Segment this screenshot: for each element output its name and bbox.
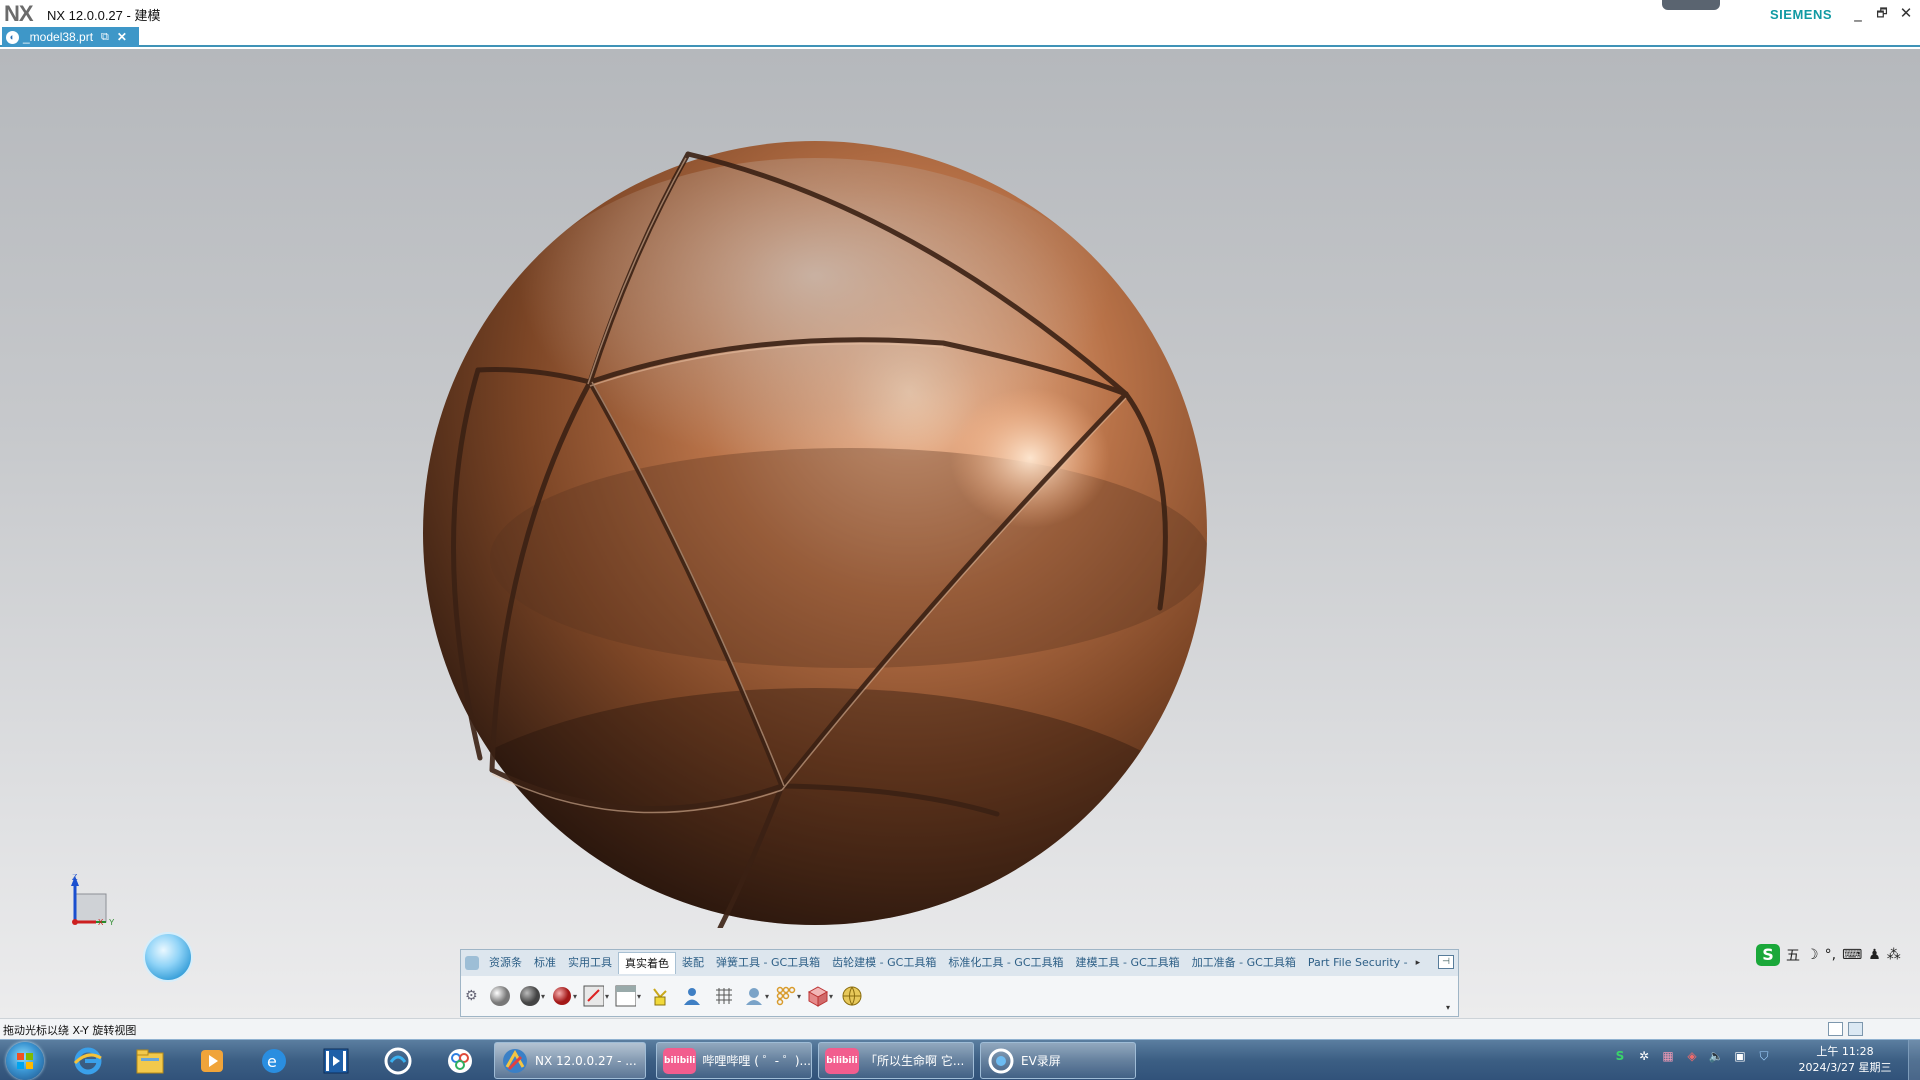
material-sphere-icon[interactable]: ▾ [519, 983, 545, 1009]
status-bar: 拖动光标以绕 X-Y 旋转视图 [0, 1018, 1920, 1039]
settings-tray-icon[interactable]: ✲ [1636, 1048, 1652, 1064]
light-icon[interactable] [647, 983, 673, 1009]
floor-icon[interactable]: ▾ [615, 983, 641, 1009]
keyboard-icon[interactable]: ⌨ [1842, 947, 1862, 963]
tab-utilities[interactable]: 实用工具 [562, 952, 618, 974]
graphics-viewport[interactable]: Z Y X [0, 49, 1920, 1018]
edge-browser-icon[interactable] [372, 1042, 424, 1079]
y-axis-label: Y [109, 918, 115, 927]
show-desktop-button[interactable] [1908, 1040, 1920, 1080]
restore-button[interactable]: 🗗 [1872, 3, 1892, 23]
tab-standardization[interactable]: 标准化工具 - GC工具箱 [942, 952, 1069, 974]
shield-icon[interactable]: ⛉ [1756, 1048, 1772, 1064]
punctuation-toggle[interactable]: °, [1825, 947, 1836, 963]
ime-menu-icon[interactable]: ⁂ [1887, 947, 1901, 963]
tab-spring-tools[interactable]: 弹簧工具 - GC工具箱 [710, 952, 826, 974]
internet-explorer-icon[interactable] [62, 1042, 114, 1079]
coordinate-triad: Z Y X [71, 874, 115, 927]
tab-true-shading[interactable]: 真实着色 [618, 952, 676, 974]
status-text: 拖动光标以绕 X-Y 旋转视图 [3, 1024, 137, 1037]
user-icon[interactable]: ♟ [1868, 947, 1881, 963]
ime-toolbar: S 五 ☽ °, ⌨ ♟ ⁂ [1752, 941, 1920, 969]
sogou-tray-icon[interactable]: S [1612, 1048, 1628, 1064]
file-explorer-icon[interactable] [124, 1042, 176, 1079]
document-tab[interactable]: ◐ _model38.prt ⧉ ✕ [2, 27, 139, 47]
taskbar-bilibili-1[interactable]: bilibili 哔哩哔哩 ( ゜- ゜)... [656, 1042, 812, 1079]
cube-icon[interactable]: ▾ [807, 983, 833, 1009]
minimize-button[interactable]: _ [1848, 3, 1868, 23]
system-tray: S ✲ ▦ ◈ 🔈 ▣ ⛉ [1612, 1048, 1772, 1064]
taskbar-ev-recorder-label: EV录屏 [1021, 1054, 1061, 1068]
z-axis-label: Z [72, 874, 78, 882]
globe-icon[interactable] [839, 983, 865, 1009]
x-axis-label: X [98, 918, 104, 927]
taskbar-bilibili-2-label: 「所以生命啊 它... [865, 1054, 965, 1068]
clock-date: 2024/3/27 星期三 [1798, 1061, 1892, 1074]
tab-modeling-tools[interactable]: 建模工具 - GC工具箱 [1070, 952, 1186, 974]
ribbon-menu-icon[interactable] [465, 956, 479, 970]
background-icon[interactable]: ▾ [583, 983, 609, 1009]
part-file-icon: ◐ [6, 30, 19, 44]
video-editor-icon[interactable] [310, 1042, 362, 1079]
grid-icon[interactable] [711, 983, 737, 1009]
close-button[interactable]: ✕ [1896, 3, 1916, 23]
bilibili-icon: bilibili [825, 1047, 859, 1074]
settings-gear-icon[interactable]: ⚙ [465, 988, 481, 1004]
siemens-brand: SIEMENS [1770, 7, 1833, 22]
status-window-icon[interactable] [1848, 1022, 1863, 1036]
taskbar-nx-label: NX 12.0.0.27 - ... [535, 1053, 637, 1068]
document-tab-strip: ◐ _model38.prt ⧉ ✕ [0, 27, 1920, 47]
array-icon[interactable]: ▾ [775, 983, 801, 1009]
tab-part-file-security[interactable]: Part File Security - [1302, 952, 1414, 974]
tab-resource-bar[interactable]: 资源条 [483, 952, 528, 974]
moon-icon[interactable]: ☽ [1806, 947, 1819, 963]
taskbar: e NX 12.0.0.27 - ... bilibili 哔哩哔哩 ( ゜- … [0, 1039, 1920, 1080]
taskbar-ev-recorder[interactable]: EV录屏 [980, 1042, 1136, 1079]
ribbon-options-icon[interactable]: ⊣ [1438, 955, 1454, 969]
taskbar-nx[interactable]: NX 12.0.0.27 - ... [494, 1042, 646, 1079]
clock[interactable]: 上午 11:28 2024/3/27 星期三 [1790, 1044, 1900, 1076]
volume-icon[interactable]: 🔈 [1708, 1048, 1724, 1064]
person-icon[interactable] [679, 983, 705, 1009]
taskbar-bilibili-2[interactable]: bilibili 「所以生命啊 它... [818, 1042, 974, 1079]
document-tab-label: _model38.prt [23, 30, 94, 44]
ime-mode-toggle[interactable]: 五 [1786, 945, 1800, 965]
ribbon-tools: ⚙ ▾ ▾ ▾ ▾ ▾ ▾ ▾ ▾ [461, 976, 1458, 1016]
media-player-icon[interactable] [186, 1042, 238, 1079]
camera-icon[interactable]: ▾ [743, 983, 769, 1009]
ev-recorder-icon [988, 1048, 1014, 1073]
ribbon-toolbar: 资源条 标准 实用工具 真实着色 装配 弹簧工具 - GC工具箱 齿轮建模 - … [460, 949, 1459, 1017]
tab-assembly[interactable]: 装配 [676, 952, 710, 974]
browser-e-icon[interactable]: e [248, 1042, 300, 1079]
more-tabs-icon[interactable]: ▸ [1416, 958, 1421, 968]
quick-access-handle[interactable] [1662, 0, 1720, 10]
start-button[interactable] [6, 1042, 44, 1080]
clock-time: 上午 11:28 [1816, 1045, 1874, 1058]
red-sphere-icon[interactable]: ▾ [551, 983, 577, 1009]
baidu-netdisk-icon[interactable] [434, 1042, 486, 1079]
close-tab-icon[interactable]: ✕ [117, 30, 127, 44]
shaded-sphere-icon[interactable] [487, 983, 513, 1009]
tab-standard[interactable]: 标准 [528, 952, 562, 974]
windows-logo-icon [17, 1053, 33, 1069]
bilibili-icon: bilibili [663, 1047, 697, 1074]
copper-sphere[interactable] [420, 138, 1210, 928]
sogou-ime-icon[interactable]: S [1756, 944, 1780, 966]
tab-machining-prep[interactable]: 加工准备 - GC工具箱 [1186, 952, 1302, 974]
nx-app-icon [503, 1048, 527, 1073]
security-tray-icon[interactable]: ◈ [1684, 1048, 1700, 1064]
ribbon-expand-icon[interactable]: ▾ [1446, 1003, 1450, 1012]
title-bar: NX NX 12.0.0.27 - 建模 SIEMENS _ 🗗 ✕ [0, 0, 1920, 27]
detach-icon[interactable]: ⧉ [101, 31, 109, 44]
nx-logo: NX [4, 1, 34, 26]
svg-text:e: e [267, 1052, 277, 1071]
status-layout-icon[interactable] [1828, 1022, 1843, 1036]
tab-gear-modeling[interactable]: 齿轮建模 - GC工具箱 [826, 952, 942, 974]
window-title: NX 12.0.0.27 - 建模 [47, 8, 161, 23]
network-icon[interactable]: ▣ [1732, 1048, 1748, 1064]
bilibili-tray-icon[interactable]: ▦ [1660, 1048, 1676, 1064]
taskbar-bilibili-1-label: 哔哩哔哩 ( ゜- ゜)... [702, 1054, 811, 1068]
ribbon-tabs: 资源条 标准 实用工具 真实着色 装配 弹簧工具 - GC工具箱 齿轮建模 - … [461, 950, 1458, 976]
view-orientation-globe[interactable] [145, 934, 191, 980]
